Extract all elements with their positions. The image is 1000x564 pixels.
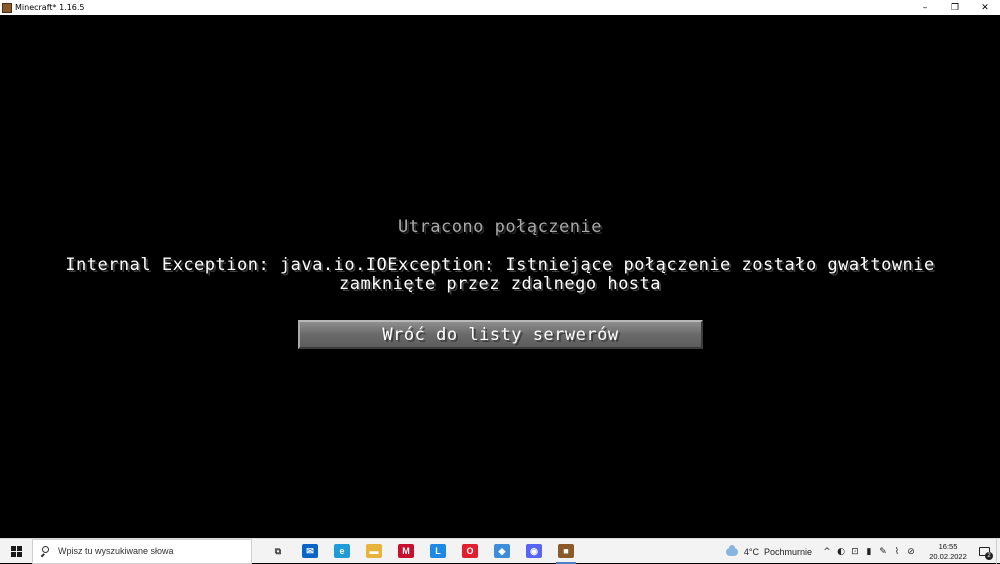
taskbar-app-app-blue[interactable]: ◆	[486, 539, 518, 564]
weather-condition: Pochmurnie	[763, 546, 812, 557]
show-desktop-button[interactable]	[996, 539, 1000, 564]
minecraft-icon: ■	[558, 544, 574, 558]
pen-icon[interactable]: ✎	[877, 539, 889, 564]
weather-temperature: 4°C	[743, 546, 759, 557]
taskbar-app-mcafee[interactable]: M	[390, 539, 422, 564]
search-icon	[40, 546, 50, 558]
taskbar-search-box[interactable]	[32, 538, 252, 564]
window-controls: – ❐ ✕	[910, 0, 1000, 15]
window-title: Minecraft* 1.16.5	[15, 3, 85, 12]
start-button[interactable]	[0, 539, 32, 564]
minecraft-app-icon	[2, 2, 12, 13]
weather-widget[interactable]: 4°C Pochmurnie	[725, 544, 812, 557]
taskbar-app-file-explorer[interactable]: ▬	[358, 539, 390, 564]
minimize-button[interactable]: –	[910, 0, 940, 15]
taskbar-app-discord[interactable]: ◉	[518, 539, 550, 564]
battery-icon[interactable]: ▮	[863, 539, 875, 564]
discord-icon: ◉	[526, 544, 542, 558]
taskbar-app-task-view[interactable]: ⧉	[262, 539, 294, 564]
disconnect-message-line-1: Internal Exception: java.io.IOException:…	[65, 255, 935, 275]
taskbar-app-opera[interactable]: O	[454, 539, 486, 564]
clock-date: 20.02.2022	[929, 551, 967, 561]
blocked-icon[interactable]: ⊘	[905, 539, 917, 564]
show-hidden-icons[interactable]: ^	[821, 539, 833, 564]
opera-icon: O	[462, 544, 478, 558]
game-viewport: Utracono połączenie Internal Exception: …	[0, 15, 1000, 538]
tray-icons: ^ ◐ ⊡ ▮ ✎ ⌇ ⊘	[820, 539, 918, 564]
notification-count-badge: 2	[985, 552, 993, 560]
clock-time: 16:55	[938, 541, 958, 551]
back-to-server-list-button[interactable]: Wróć do listy serwerów	[296, 318, 705, 351]
taskbar-app-mail[interactable]: ✉	[294, 539, 326, 564]
system-tray: 4°C Pochmurnie ^ ◐ ⊡ ▮ ✎ ⌇ ⊘ 16:55 20.02.2022 …	[725, 539, 1000, 564]
mail-icon: ✉	[302, 544, 318, 558]
windows-logo-icon	[10, 545, 22, 557]
taskbar-app-minecraft[interactable]: ■	[550, 539, 582, 564]
app-blue-icon: ◆	[494, 544, 510, 558]
maximize-button[interactable]: ❐	[940, 0, 970, 15]
mcafee-icon: M	[398, 544, 414, 558]
task-view-icon: ⧉	[274, 545, 282, 556]
taskbar-app-l-app[interactable]: L	[422, 539, 454, 564]
taskbar-search-input[interactable]	[58, 546, 238, 556]
taskbar-app-edge[interactable]: e	[326, 539, 358, 564]
l-app-icon: L	[430, 544, 446, 558]
edge-icon: e	[334, 544, 350, 558]
network-icon[interactable]: ⌇	[891, 539, 903, 564]
back-to-server-list-label: Wróć do listy serwerów	[382, 324, 619, 345]
notification-center-button[interactable]: 2	[972, 539, 996, 564]
file-explorer-icon: ▬	[366, 544, 382, 558]
color-app-icon[interactable]: ◐	[835, 539, 847, 564]
window-titlebar: Minecraft* 1.16.5 – ❐ ✕	[0, 0, 1000, 15]
disconnect-message-line-2: zamknięte przez zdalnego hosta	[338, 274, 662, 294]
taskbar-clock[interactable]: 16:55 20.02.2022	[924, 542, 972, 562]
cloud-icon	[725, 544, 738, 556]
close-button[interactable]: ✕	[970, 0, 1000, 15]
back-to-server-list-button-face[interactable]: Wróć do listy serwerów	[298, 320, 703, 349]
taskbar: ⧉ ✉ e ▬ M L O ◆ ◉ ■ 4°C Pochmurnie ^◐⊡▮✎⌇⊘ 16:55 …	[0, 538, 1000, 564]
camera-icon[interactable]: ⊡	[849, 539, 861, 564]
disconnect-title: Utracono połączenie	[398, 217, 602, 237]
pinned-apps: ⧉ ✉ e ▬ M L O ◆ ◉ ■	[262, 539, 582, 564]
